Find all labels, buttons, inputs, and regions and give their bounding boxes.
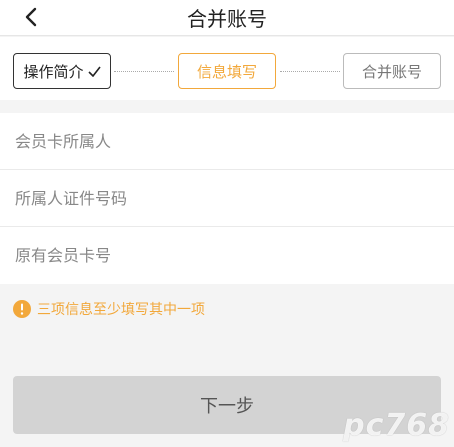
step-label: 合并账号 — [361, 62, 422, 81]
hint-text: 三项信息至少填写其中一项 — [37, 302, 205, 318]
page-title: 合并账号 — [187, 7, 267, 31]
info-form — [0, 113, 454, 284]
cardholder-input[interactable] — [13, 130, 437, 152]
form-row — [0, 113, 454, 170]
card-number-input[interactable] — [13, 245, 437, 266]
step-intro[interactable]: 操作简介 — [13, 53, 111, 89]
step-fill-info[interactable]: 信息填写 — [178, 53, 276, 89]
warning-circle-icon — [13, 300, 31, 318]
id-number-input[interactable] — [13, 187, 437, 209]
form-row — [0, 170, 454, 227]
form-row — [0, 227, 454, 284]
top-bar: 合并账号 — [0, 0, 454, 36]
step-merge-account[interactable]: 合并账号 — [343, 53, 441, 89]
watermark-logo: pc768 — [343, 408, 450, 443]
step-label: 信息填写 — [196, 62, 257, 81]
step-connector — [114, 71, 174, 72]
hint-message: 三项信息至少填写其中一项 — [13, 299, 205, 319]
step-indicator: 操作简介 信息填写 合并账号 — [0, 37, 454, 100]
step-label: 操作简介 — [23, 62, 84, 81]
step-connector — [280, 71, 340, 72]
check-icon — [87, 66, 101, 77]
next-button-label: 下一步 — [200, 396, 254, 417]
